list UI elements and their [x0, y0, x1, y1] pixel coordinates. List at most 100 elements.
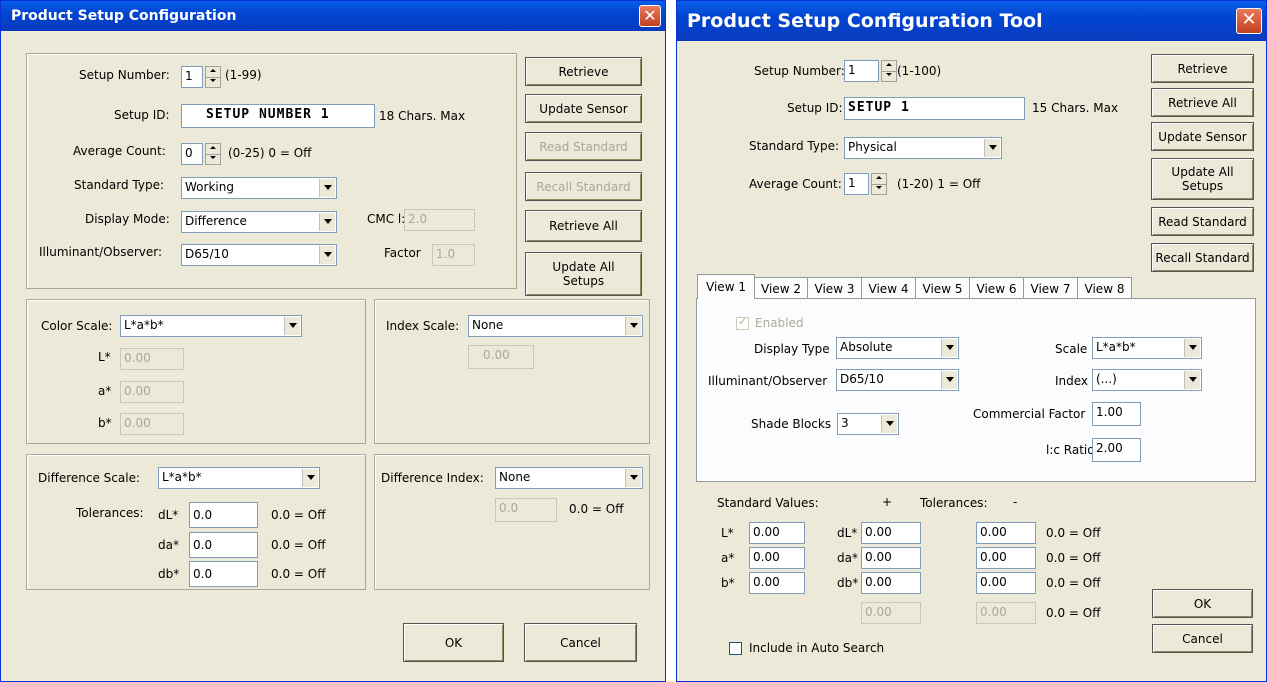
dl-plus-input[interactable]: 0.00 [861, 522, 921, 544]
color-scale-value: L*a*b* [124, 318, 164, 332]
right-close-button[interactable]: ✕ [1236, 8, 1262, 34]
setup-id-input[interactable]: SETUP NUMBER 1 [181, 104, 375, 128]
setup-number-input[interactable]: 1 [844, 60, 879, 82]
display-mode-label: Display Mode: [85, 212, 170, 226]
l-off-hint: 0.0 = Off [1046, 526, 1101, 540]
a-standard-input[interactable]: 0.00 [749, 547, 805, 569]
retrieve-button[interactable]: Retrieve [1151, 54, 1254, 83]
spinner-down-icon[interactable] [206, 77, 220, 87]
da-tolerance-input[interactable]: 0.0 [189, 532, 258, 558]
tab-view-6[interactable]: View 6 [969, 277, 1024, 299]
recall-standard-button[interactable]: Recall Standard [525, 172, 642, 201]
a-value-field: 0.00 [120, 381, 184, 403]
b-standard-input[interactable]: 0.00 [749, 572, 805, 594]
average-count-hint: (0-25) 0 = Off [228, 146, 312, 160]
update-sensor-button[interactable]: Update Sensor [1151, 122, 1254, 151]
setup-number-input[interactable]: 1 [181, 66, 203, 88]
recall-standard-button[interactable]: Recall Standard [1151, 243, 1254, 272]
da-plus-input[interactable]: 0.00 [861, 547, 921, 569]
index-select[interactable]: (...) [1092, 369, 1202, 391]
display-mode-select[interactable]: Difference [181, 211, 337, 233]
spinner-down-icon[interactable] [882, 71, 896, 81]
l-standard-input[interactable]: 0.00 [749, 522, 805, 544]
tab-view-2[interactable]: View 2 [754, 277, 808, 299]
chevron-down-icon[interactable] [302, 469, 318, 487]
standard-type-select[interactable]: Working [181, 177, 337, 199]
b-value-field: 0.00 [120, 413, 184, 435]
tab-view-8[interactable]: View 8 [1077, 277, 1132, 299]
update-all-setups-button[interactable]: Update All Setups [1151, 158, 1254, 200]
db-plus-input[interactable]: 0.00 [861, 572, 921, 594]
setup-number-spinner[interactable] [205, 66, 221, 88]
a-minus-input[interactable]: 0.00 [976, 547, 1036, 569]
retrieve-all-button[interactable]: Retrieve All [525, 210, 642, 242]
chevron-down-icon[interactable] [984, 139, 1000, 157]
tab-view-4[interactable]: View 4 [861, 277, 916, 299]
tab-view-1[interactable]: View 1 [697, 274, 755, 299]
tab-view-3[interactable]: View 3 [807, 277, 862, 299]
chevron-down-icon[interactable] [319, 179, 335, 197]
chevron-down-icon[interactable] [941, 339, 957, 357]
scale-select[interactable]: L*a*b* [1092, 337, 1202, 359]
average-count-spinner[interactable] [871, 173, 887, 195]
chevron-down-icon[interactable] [1184, 371, 1200, 389]
retrieve-all-button[interactable]: Retrieve All [1151, 88, 1254, 117]
display-type-value: Absolute [840, 340, 893, 354]
standard-type-label: Standard Type: [749, 139, 840, 153]
standard-type-select[interactable]: Physical [844, 137, 1002, 159]
average-count-spinner[interactable] [205, 143, 221, 165]
update-sensor-button[interactable]: Update Sensor [525, 94, 642, 123]
l-minus-input[interactable]: 0.00 [976, 522, 1036, 544]
ok-button[interactable]: OK [1152, 589, 1253, 618]
chevron-down-icon[interactable] [881, 415, 897, 433]
setup-id-input[interactable]: SETUP 1 [844, 97, 1025, 120]
spinner-down-icon[interactable] [206, 154, 220, 164]
chevron-down-icon[interactable] [941, 371, 957, 389]
color-scale-select[interactable]: L*a*b* [120, 315, 302, 337]
chevron-down-icon[interactable] [319, 213, 335, 231]
average-count-input[interactable]: 0 [181, 143, 203, 165]
right-dialog: Product Setup Configuration Tool ✕ Setup… [676, 0, 1267, 682]
a-label: a* [721, 551, 735, 565]
setup-number-range: (1-99) [225, 68, 262, 82]
commercial-factor-input[interactable]: 1.00 [1092, 402, 1141, 426]
lc-ratio-label: l:c Ratio [1046, 443, 1095, 457]
db-tolerance-input[interactable]: 0.0 [189, 561, 258, 587]
setup-number-spinner[interactable] [881, 60, 897, 82]
tab-view-5[interactable]: View 5 [915, 277, 970, 299]
average-count-input[interactable]: 1 [844, 173, 869, 195]
extra-minus-field: 0.00 [976, 602, 1036, 624]
read-standard-button[interactable]: Read Standard [525, 132, 642, 161]
dl-tolerance-input[interactable]: 0.0 [189, 502, 258, 528]
right-window-title: Product Setup Configuration Tool [687, 10, 1043, 32]
display-type-select[interactable]: Absolute [836, 337, 959, 359]
include-auto-search-checkbox[interactable] [729, 642, 742, 655]
a-label: a* [98, 384, 112, 398]
retrieve-button[interactable]: Retrieve [525, 57, 642, 86]
left-close-button[interactable]: ✕ [639, 5, 661, 27]
spinner-down-icon[interactable] [872, 184, 886, 194]
lc-ratio-input[interactable]: 2.00 [1092, 438, 1141, 462]
illuminant-select[interactable]: D65/10 [181, 244, 337, 266]
index-scale-select[interactable]: None [468, 315, 643, 337]
chevron-down-icon[interactable] [319, 246, 335, 264]
shade-blocks-select[interactable]: 3 [837, 413, 899, 435]
tab-view-7[interactable]: View 7 [1023, 277, 1078, 299]
cancel-button[interactable]: Cancel [524, 623, 637, 662]
difference-index-value: None [499, 470, 531, 484]
da-off-hint: 0.0 = Off [271, 538, 326, 552]
read-standard-button[interactable]: Read Standard [1151, 207, 1254, 236]
b-minus-input[interactable]: 0.00 [976, 572, 1036, 594]
difference-index-select[interactable]: None [495, 467, 643, 489]
ok-button[interactable]: OK [403, 623, 504, 662]
illuminant-select[interactable]: D65/10 [836, 369, 959, 391]
enabled-checkbox[interactable] [736, 315, 749, 330]
chevron-down-icon[interactable] [1184, 339, 1200, 357]
update-all-setups-button[interactable]: Update All Setups [525, 252, 642, 296]
chevron-down-icon[interactable] [284, 317, 300, 335]
cancel-button[interactable]: Cancel [1152, 624, 1253, 653]
tolerances-label: Tolerances: [920, 496, 988, 510]
chevron-down-icon[interactable] [625, 317, 641, 335]
chevron-down-icon[interactable] [625, 469, 641, 487]
difference-scale-select[interactable]: L*a*b* [158, 467, 320, 489]
